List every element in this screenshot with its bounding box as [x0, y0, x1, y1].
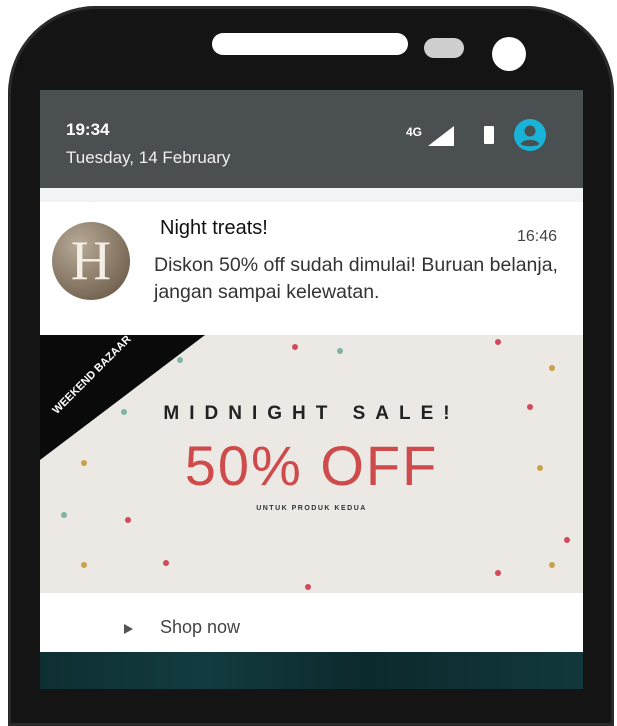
banner-offer: 50% OFF — [184, 434, 439, 497]
phone-screen: 19:34 Tuesday, 14 February 4G H Night tr… — [40, 90, 583, 689]
status-date: Tuesday, 14 February — [66, 148, 231, 167]
earpiece-speaker — [212, 33, 408, 55]
status-bar: 19:34 Tuesday, 14 February 4G — [40, 90, 583, 188]
proximity-sensor — [424, 38, 464, 58]
play-icon — [124, 624, 133, 634]
battery-icon — [484, 126, 494, 144]
account-icon[interactable] — [514, 119, 546, 151]
phone-frame: 19:34 Tuesday, 14 February 4G H Night tr… — [0, 0, 617, 726]
notification-time: 16:46 — [517, 228, 558, 245]
app-logo-letter: H — [70, 230, 112, 292]
wallpaper-peek — [40, 652, 583, 689]
status-time: 19:34 — [66, 120, 110, 139]
notification-card[interactable]: H Night treats! 16:46 Diskon 50% off sud… — [40, 202, 583, 689]
network-type-label: 4G — [406, 125, 423, 139]
background-content-peek — [40, 188, 583, 202]
banner-subtitle: UNTUK PRODUK KEDUA — [256, 505, 367, 512]
signal-icon — [428, 126, 454, 146]
shop-now-label: Shop now — [160, 617, 241, 637]
shop-now-action[interactable]: Shop now — [40, 597, 583, 657]
app-logo: H — [52, 222, 130, 300]
notification-title: Night treats! — [160, 217, 268, 239]
promo-banner-image[interactable]: WEEKEND BAZAAR MIDNIGHT SALE! 50% OFF UN… — [40, 335, 583, 593]
banner-heading: MIDNIGHT SALE! — [163, 403, 460, 424]
front-camera — [492, 37, 526, 71]
notification-body: Diskon 50% off sudah dimulai! Buruan bel… — [154, 254, 558, 303]
